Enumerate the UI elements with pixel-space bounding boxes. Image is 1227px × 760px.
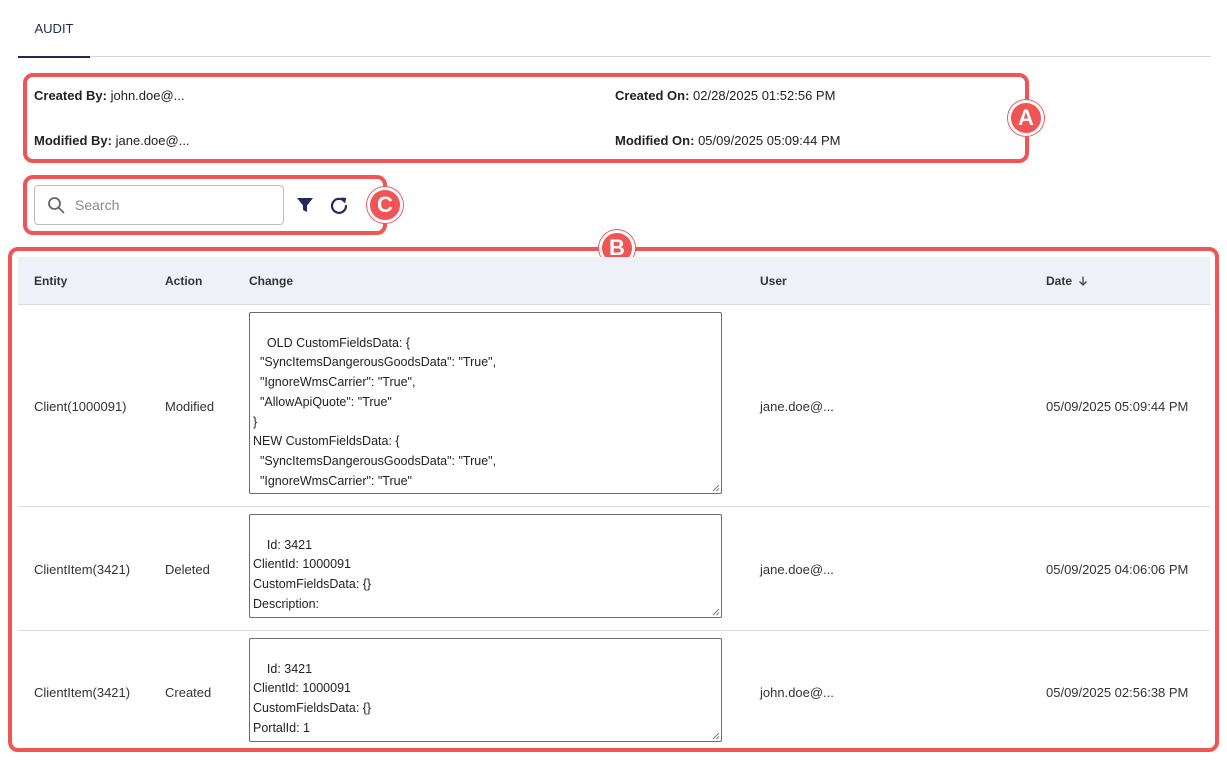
column-header-change[interactable]: Change — [249, 257, 293, 305]
cell-date: 05/09/2025 05:09:44 PM — [1046, 398, 1189, 414]
resize-handle-icon[interactable] — [712, 608, 720, 616]
created-by-label: Created By: — [34, 88, 107, 103]
modified-on-label: Modified On: — [615, 133, 695, 148]
created-on: Created On: 02/28/2025 01:52:56 PM — [615, 88, 835, 103]
cell-user: john.doe@... — [760, 684, 834, 700]
column-header-entity[interactable]: Entity — [34, 257, 67, 305]
change-text: OLD CustomFieldsData: { "SyncItemsDanger… — [253, 335, 497, 488]
search-field[interactable] — [34, 185, 284, 225]
change-textarea[interactable]: Id: 3421 ClientId: 1000091 CustomFieldsD… — [249, 514, 722, 618]
created-by-value: john.doe@... — [110, 88, 185, 103]
table-header: Entity Action Change User Date — [18, 257, 1210, 305]
column-header-user[interactable]: User — [760, 257, 787, 305]
callout-a-badge: A — [1008, 100, 1044, 136]
cell-user: jane.doe@... — [760, 561, 834, 577]
change-textarea[interactable]: OLD CustomFieldsData: { "SyncItemsDanger… — [249, 312, 722, 494]
modified-on-value: 05/09/2025 05:09:44 PM — [698, 133, 841, 148]
callout-a-frame — [23, 73, 1029, 163]
column-header-date[interactable]: Date — [1046, 257, 1089, 305]
change-text: Id: 3421 ClientId: 1000091 CustomFieldsD… — [253, 537, 372, 617]
change-textarea[interactable]: Id: 3421 ClientId: 1000091 CustomFieldsD… — [249, 638, 722, 742]
column-header-date-label: Date — [1046, 274, 1073, 288]
cell-entity: Client(1000091) — [34, 398, 127, 414]
cell-date: 05/09/2025 02:56:38 PM — [1046, 684, 1189, 700]
table-row: ClientItem(3421) Created Id: 3421 Client… — [18, 631, 1210, 747]
cell-action: Modified — [165, 398, 215, 414]
cell-date: 05/09/2025 04:06:06 PM — [1046, 561, 1189, 577]
resize-handle-icon[interactable] — [712, 484, 720, 492]
refresh-button[interactable] — [328, 194, 350, 216]
cell-entity: ClientItem(3421) — [34, 561, 131, 577]
column-header-action[interactable]: Action — [165, 257, 202, 305]
modified-by-label: Modified By: — [34, 133, 112, 148]
tab-audit[interactable]: AUDIT — [18, 0, 90, 58]
created-by: Created By: john.doe@... — [34, 88, 185, 103]
filter-icon — [297, 198, 313, 212]
table-row: ClientItem(3421) Deleted Id: 3421 Client… — [18, 507, 1210, 631]
search-input[interactable] — [75, 197, 265, 213]
filter-button[interactable] — [294, 194, 316, 216]
table-row: Client(1000091) Modified OLD CustomField… — [18, 305, 1210, 507]
resize-handle-icon[interactable] — [712, 732, 720, 740]
tab-bar: AUDIT — [18, 0, 1211, 58]
change-text: Id: 3421 ClientId: 1000091 CustomFieldsD… — [253, 661, 372, 741]
modified-by: Modified By: jane.doe@... — [34, 133, 190, 148]
created-on-value: 02/28/2025 01:52:56 PM — [693, 88, 836, 103]
cell-user: jane.doe@... — [760, 398, 834, 414]
cell-entity: ClientItem(3421) — [34, 684, 131, 700]
cell-action: Deleted — [165, 561, 210, 577]
cell-action: Created — [165, 684, 212, 700]
modified-by-value: jane.doe@... — [115, 133, 190, 148]
modified-on: Modified On: 05/09/2025 05:09:44 PM — [615, 133, 840, 148]
created-on-label: Created On: — [615, 88, 690, 103]
refresh-icon — [330, 197, 348, 214]
callout-c-badge: C — [367, 187, 403, 223]
arrow-down-icon — [1079, 276, 1087, 286]
search-icon — [47, 196, 65, 214]
